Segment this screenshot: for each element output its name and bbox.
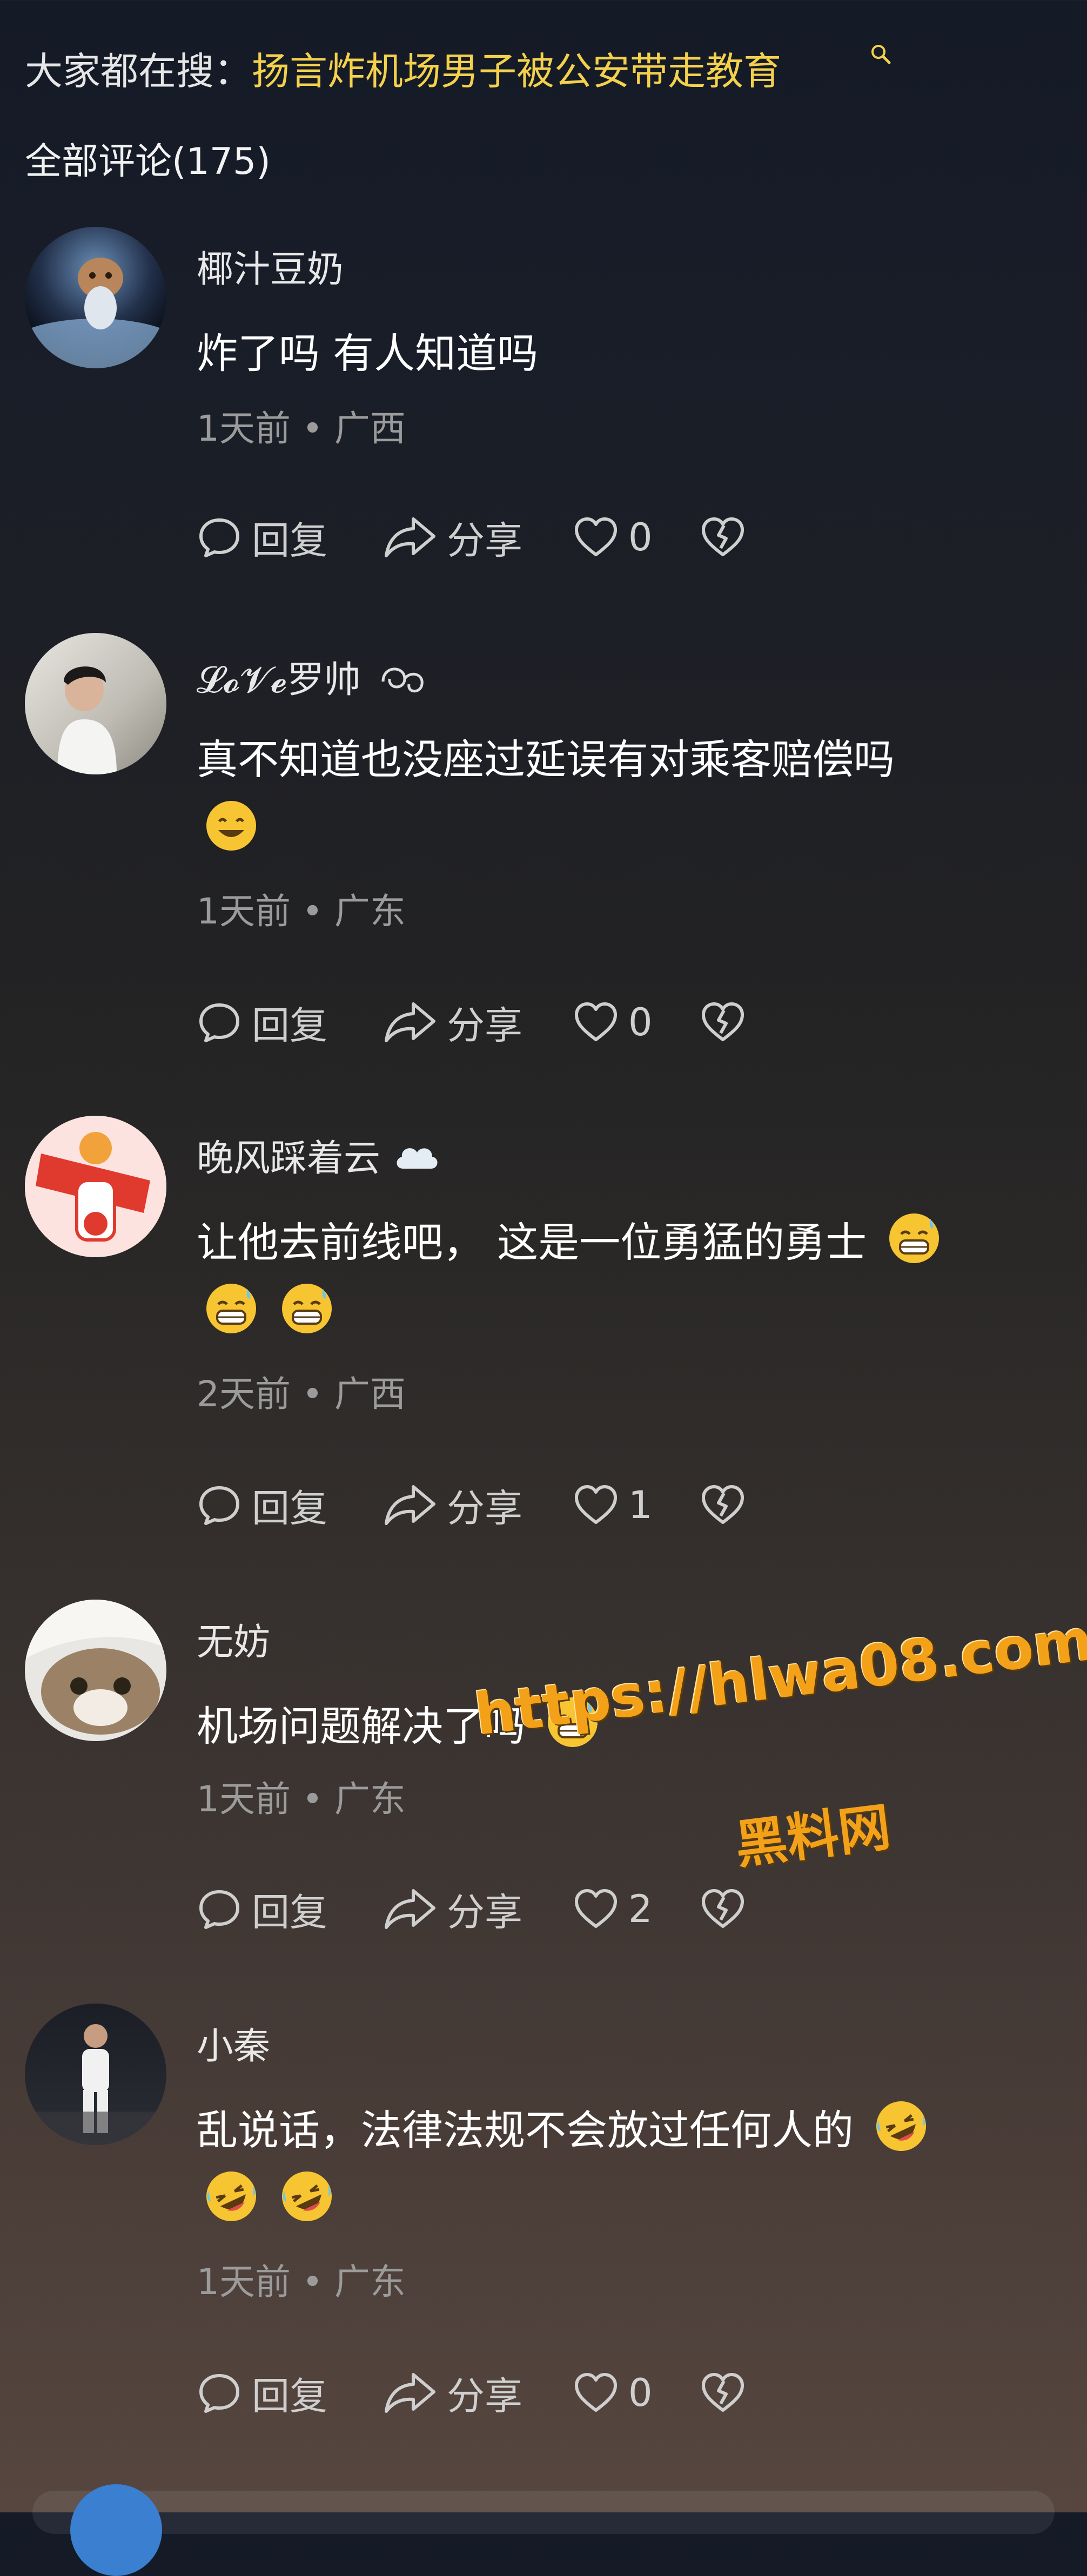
comment-actions: 回复 分享 1 bbox=[197, 1475, 845, 1535]
comment-actions: 回复 分享 0 bbox=[197, 2363, 845, 2423]
dislike-button[interactable] bbox=[700, 508, 746, 567]
share-icon bbox=[385, 517, 435, 557]
like-count: 0 bbox=[628, 1000, 653, 1044]
like-count: 0 bbox=[628, 515, 653, 559]
reply-icon bbox=[199, 1003, 239, 1042]
dislike-button[interactable] bbox=[700, 2363, 746, 2423]
share-icon bbox=[385, 1485, 435, 1525]
like-button[interactable]: 0 bbox=[573, 2363, 653, 2423]
comment-text: 乱说话，法律法规不会放过任何人的 bbox=[197, 2095, 1039, 2236]
like-button[interactable]: 0 bbox=[573, 993, 653, 1052]
man-in-white-avatar[interactable] bbox=[25, 2004, 166, 2145]
search-icon[interactable] bbox=[870, 43, 891, 65]
heart-icon bbox=[575, 517, 617, 556]
swirl-decoration-icon bbox=[381, 667, 424, 693]
grin-sweat-emoji bbox=[887, 1211, 941, 1265]
grin-sweat-emoji bbox=[280, 1282, 334, 1336]
like-button[interactable]: 0 bbox=[573, 508, 653, 567]
comment-actions: 回复 分享 0 bbox=[197, 508, 845, 567]
share-button[interactable]: 分享 bbox=[383, 508, 522, 567]
comment-time-location: 1天前 • 广东 bbox=[197, 2261, 406, 2303]
heart-icon bbox=[575, 1889, 617, 1928]
broken-heart-icon bbox=[702, 1002, 744, 1041]
watermark-name: 黑料网 bbox=[732, 1796, 894, 1876]
comment-actions: 回复 分享 2 bbox=[197, 1879, 845, 1939]
heart-icon bbox=[575, 2373, 617, 2412]
comment-time-location: 2天前 • 广西 bbox=[197, 1373, 406, 1415]
comment-username[interactable]: 椰汁豆奶 bbox=[197, 243, 344, 297]
cartoon-fortune-avatar[interactable] bbox=[25, 1116, 166, 1257]
reply-button[interactable]: 回复 bbox=[197, 2363, 327, 2423]
comment-username[interactable]: 𝓛𝓸𝓥𝓮罗帅 bbox=[197, 649, 432, 707]
comment-username[interactable]: 小秦 bbox=[197, 2020, 270, 2074]
dislike-button[interactable] bbox=[700, 1475, 746, 1535]
like-count: 2 bbox=[628, 1887, 653, 1931]
dislike-button[interactable] bbox=[700, 1879, 746, 1939]
trending-search-link[interactable]: 扬言炸机场男子被公安带走教育 bbox=[252, 49, 781, 93]
reply-button[interactable]: 回复 bbox=[197, 1475, 327, 1535]
cloud-icon bbox=[397, 1148, 438, 1169]
reply-icon bbox=[199, 518, 239, 557]
grin-sweat-emoji bbox=[204, 1282, 258, 1336]
broken-heart-icon bbox=[702, 1889, 744, 1928]
like-button[interactable]: 2 bbox=[573, 1879, 653, 1939]
like-button[interactable]: 1 bbox=[573, 1475, 653, 1535]
like-count: 0 bbox=[628, 2371, 653, 2415]
dislike-button[interactable] bbox=[700, 993, 746, 1052]
share-button[interactable]: 分享 bbox=[383, 1475, 522, 1535]
reply-button[interactable]: 回复 bbox=[197, 993, 327, 1052]
reply-button[interactable]: 回复 bbox=[197, 508, 327, 567]
share-button[interactable]: 分享 bbox=[383, 993, 522, 1052]
like-count: 1 bbox=[628, 1483, 653, 1527]
trending-search[interactable]: 大家都在搜：扬言炸机场男子被公安带走教育 bbox=[25, 44, 781, 98]
rofl-emoji bbox=[874, 2099, 928, 2153]
comment-text: 让他去前线吧， 这是一位勇猛的勇士 bbox=[197, 1208, 1039, 1348]
astronaut-cat-avatar[interactable] bbox=[25, 227, 166, 368]
broken-heart-icon bbox=[702, 517, 744, 556]
share-button[interactable]: 分享 bbox=[383, 2363, 522, 2423]
comment-text: 真不知道也没座过延误有对乘客赔偿吗 bbox=[197, 725, 1039, 865]
share-icon bbox=[385, 2373, 435, 2413]
bottom-input-bar[interactable] bbox=[32, 2491, 1055, 2534]
trending-search-label: 大家都在搜： bbox=[25, 49, 252, 93]
reply-button[interactable]: 回复 bbox=[197, 1879, 327, 1939]
reply-icon bbox=[199, 1890, 239, 1929]
rofl-emoji bbox=[204, 2169, 258, 2223]
heart-icon bbox=[575, 1002, 617, 1041]
young-man-avatar[interactable] bbox=[25, 633, 166, 774]
comment-actions: 回复 分享 0 bbox=[197, 993, 845, 1052]
broken-heart-icon bbox=[702, 1485, 744, 1524]
comment-time-location: 1天前 • 广东 bbox=[197, 1778, 406, 1820]
rofl-emoji bbox=[280, 2169, 334, 2223]
reply-icon bbox=[199, 1486, 239, 1525]
share-icon bbox=[385, 1889, 435, 1929]
cat-avatar[interactable] bbox=[25, 1600, 166, 1741]
comment-username[interactable]: 晚风踩着云 bbox=[197, 1132, 441, 1186]
heart-icon bbox=[575, 1485, 617, 1524]
share-icon bbox=[385, 1002, 435, 1042]
broken-heart-icon bbox=[702, 2373, 744, 2412]
comment-time-location: 1天前 • 广西 bbox=[197, 408, 406, 449]
share-button[interactable]: 分享 bbox=[383, 1879, 522, 1939]
comment-username[interactable]: 无妨 bbox=[197, 1616, 270, 1670]
next-comment-avatar[interactable] bbox=[70, 2484, 162, 2576]
comment-text: 炸了吗 有人知道吗 bbox=[197, 329, 539, 377]
smile-emoji bbox=[204, 799, 258, 853]
comments-count-heading: 全部评论(175) bbox=[25, 140, 271, 183]
reply-icon bbox=[199, 2374, 239, 2413]
comment-time-location: 1天前 • 广东 bbox=[197, 891, 406, 932]
